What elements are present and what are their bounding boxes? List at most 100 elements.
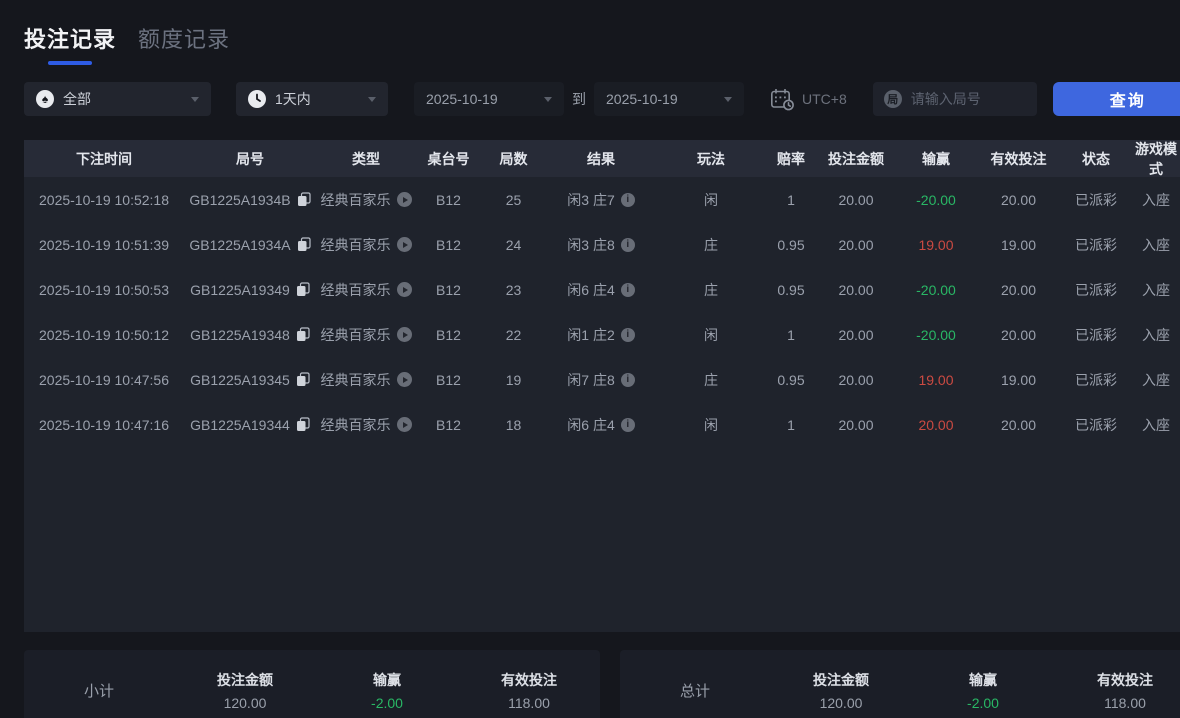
query-button[interactable]: 查询 bbox=[1052, 82, 1180, 116]
result-info-icon[interactable]: i bbox=[620, 327, 635, 342]
cell-game-mode: 入座 bbox=[1142, 281, 1170, 298]
cell-round-no: 24 bbox=[505, 236, 522, 253]
cell-valid-bet: 19.00 bbox=[1000, 371, 1037, 388]
game-video-icon[interactable] bbox=[396, 282, 412, 297]
result-info-icon[interactable]: i bbox=[620, 282, 635, 297]
cell-bet-amount: 20.00 bbox=[838, 236, 874, 253]
cell-bet-time: 2025-10-19 10:52:18 bbox=[39, 191, 169, 208]
cell-play: 庄 bbox=[704, 236, 718, 253]
table-row: 2025-10-19 10:52:18 GB1225A1934B 经典百家乐 B… bbox=[24, 177, 1180, 222]
cell-play: 闲 bbox=[704, 326, 718, 343]
chevron-down-icon bbox=[191, 96, 199, 102]
cell-result: 闲6 庄4 i bbox=[546, 280, 656, 300]
total-label: 总计 bbox=[679, 682, 710, 700]
subtotal-valid-bet: 有效投注 118.00 bbox=[501, 671, 557, 711]
round-number-input[interactable]: 局 请输入局号 bbox=[872, 82, 1037, 116]
cell-odds: 0.95 bbox=[777, 371, 805, 388]
copy-icon[interactable] bbox=[297, 192, 311, 207]
cell-game-mode: 入座 bbox=[1142, 326, 1170, 343]
col-header-round-id: 局号 bbox=[236, 150, 264, 167]
subtotal-label: 小计 bbox=[83, 682, 114, 700]
copy-icon[interactable] bbox=[296, 282, 310, 297]
cell-game-mode: 入座 bbox=[1142, 416, 1170, 433]
cell-bet-time: 2025-10-19 10:51:39 bbox=[39, 236, 169, 253]
cell-table-no: B12 bbox=[436, 326, 461, 343]
subtotal-bet-amount: 投注金额 120.00 bbox=[217, 671, 273, 711]
cell-result: 闲6 庄4 i bbox=[546, 415, 656, 435]
cell-bet-amount: 20.00 bbox=[838, 326, 874, 343]
game-video-icon[interactable] bbox=[396, 192, 412, 207]
date-from-input[interactable]: 2025-10-19 bbox=[414, 82, 564, 116]
col-header-odds: 赔率 bbox=[777, 150, 805, 167]
cell-status: 已派彩 bbox=[1075, 326, 1117, 343]
copy-icon[interactable] bbox=[296, 327, 310, 342]
cell-round-id: GB1225A19348 bbox=[184, 327, 316, 343]
copy-icon[interactable] bbox=[296, 417, 310, 432]
tab-betting-records[interactable]: 投注记录 bbox=[24, 22, 116, 65]
cell-game-type: 经典百家乐 bbox=[316, 370, 416, 390]
cell-table-no: B12 bbox=[436, 371, 461, 388]
cell-round-no: 23 bbox=[505, 281, 522, 298]
clock-icon bbox=[248, 90, 266, 108]
col-header-valid-bet: 有效投注 bbox=[990, 150, 1047, 167]
chevron-down-icon bbox=[544, 96, 552, 102]
cell-odds: 1 bbox=[787, 191, 795, 208]
game-video-icon[interactable] bbox=[396, 417, 412, 432]
cell-table-no: B12 bbox=[436, 281, 461, 298]
spade-icon: ♠ bbox=[36, 90, 54, 108]
date-to-input[interactable]: 2025-10-19 bbox=[594, 82, 744, 116]
calendar-clock-icon bbox=[770, 88, 794, 111]
game-video-icon[interactable] bbox=[396, 237, 412, 252]
tab-quota-records[interactable]: 额度记录 bbox=[138, 22, 230, 65]
date-range-to-label: 到 bbox=[572, 91, 586, 107]
cell-round-id: GB1225A19349 bbox=[184, 282, 316, 298]
cell-odds: 0.95 bbox=[777, 236, 805, 253]
table-row: 2025-10-19 10:50:12 GB1225A19348 经典百家乐 B… bbox=[24, 312, 1180, 357]
cell-game-mode: 入座 bbox=[1142, 191, 1170, 208]
cell-game-type: 经典百家乐 bbox=[316, 415, 416, 435]
copy-icon[interactable] bbox=[297, 237, 311, 252]
cell-round-no: 18 bbox=[505, 416, 522, 433]
copy-icon[interactable] bbox=[296, 372, 310, 387]
cell-game-mode: 入座 bbox=[1142, 371, 1170, 388]
cell-play: 闲 bbox=[704, 416, 718, 433]
result-info-icon[interactable]: i bbox=[620, 192, 635, 207]
cell-bet-amount: 20.00 bbox=[838, 371, 874, 388]
cell-play: 庄 bbox=[704, 281, 718, 298]
cell-round-id: GB1225A19344 bbox=[184, 417, 316, 433]
tab-betting-records-label: 投注记录 bbox=[24, 27, 117, 52]
cell-bet-amount: 20.00 bbox=[838, 416, 874, 433]
col-header-play: 玩法 bbox=[697, 150, 725, 167]
cell-table-no: B12 bbox=[436, 416, 461, 433]
cell-win-loss: -20.00 bbox=[916, 281, 956, 298]
col-header-bet-time: 下注时间 bbox=[76, 150, 132, 167]
col-header-table-no: 桌台号 bbox=[427, 150, 470, 167]
result-info-icon[interactable]: i bbox=[620, 417, 635, 432]
time-range-dropdown[interactable]: 1天内 bbox=[236, 82, 388, 116]
cell-valid-bet: 19.00 bbox=[1000, 236, 1037, 253]
date-to-value: 2025-10-19 bbox=[606, 91, 678, 107]
cell-win-loss: -20.00 bbox=[916, 191, 956, 208]
game-video-icon[interactable] bbox=[396, 327, 412, 342]
game-type-value: 全部 bbox=[63, 91, 91, 107]
result-info-icon[interactable]: i bbox=[620, 372, 635, 387]
timezone-label: UTC+8 bbox=[802, 91, 847, 107]
result-info-icon[interactable]: i bbox=[620, 237, 635, 252]
table-row: 2025-10-19 10:50:53 GB1225A19349 经典百家乐 B… bbox=[24, 267, 1180, 312]
filter-bar: ♠ 全部 1天内 2025-10-19 到 2025-10-19 UTC+8 局… bbox=[24, 82, 1180, 116]
cell-bet-time: 2025-10-19 10:50:12 bbox=[39, 326, 169, 343]
col-header-game-type: 类型 bbox=[352, 150, 380, 167]
table-header-row: 下注时间 局号 类型 桌台号 局数 结果 玩法 赔率 投注金额 输赢 有效投注 … bbox=[24, 140, 1180, 177]
game-video-icon[interactable] bbox=[396, 372, 412, 387]
cell-play: 庄 bbox=[704, 371, 718, 388]
total-win-loss: 输赢 -2.00 bbox=[967, 671, 999, 711]
cell-win-loss: 19.00 bbox=[918, 371, 954, 388]
betting-records-page: { "colors": { "accent_blue": "#3e67df", … bbox=[0, 0, 1180, 718]
cell-win-loss: 20.00 bbox=[918, 416, 954, 433]
cell-result: 闲1 庄2 i bbox=[546, 325, 656, 345]
round-number-icon: 局 bbox=[883, 90, 902, 108]
game-type-dropdown[interactable]: ♠ 全部 bbox=[24, 82, 211, 116]
tab-bar: 投注记录 额度记录 bbox=[24, 22, 230, 65]
cell-table-no: B12 bbox=[436, 236, 461, 253]
cell-round-id: GB1225A1934A bbox=[184, 237, 316, 253]
